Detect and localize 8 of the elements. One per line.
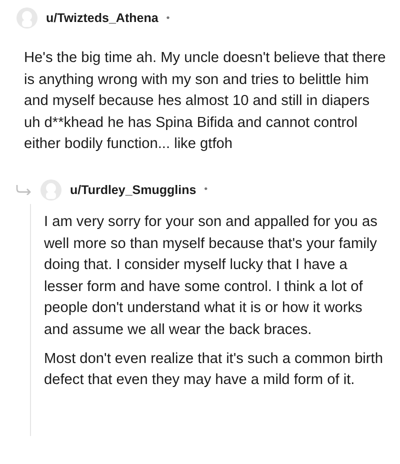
reply-arrow-icon <box>16 184 32 195</box>
separator-dot: • <box>204 183 208 198</box>
comment-text: I am very sorry for your son and appalled for you as well more so than myself because that's your family doing that. I consider myself lucky that I have a lesser form and have some control. I think a lot of people don't understand what it is or how it works and assume we all wear the back braces. <box>44 212 378 340</box>
comment-text: He's the big time ah. My uncle doesn't believe that there is anything wrong with my son and tries to belittle him and myself because hes almost 10 and still in diapers uh d**khead he has Spina Bifida and cannot control either bodily function... like gtfoh <box>24 49 386 154</box>
username-link[interactable]: u/Turdley_Smugglins <box>70 180 196 200</box>
separator-dot: • <box>166 12 170 26</box>
username-link[interactable]: u/Twizteds_Athena <box>46 8 158 28</box>
comment-text: Most don't even realize that it's such a common birth defect that even they may have a mild form of it. <box>44 350 384 390</box>
